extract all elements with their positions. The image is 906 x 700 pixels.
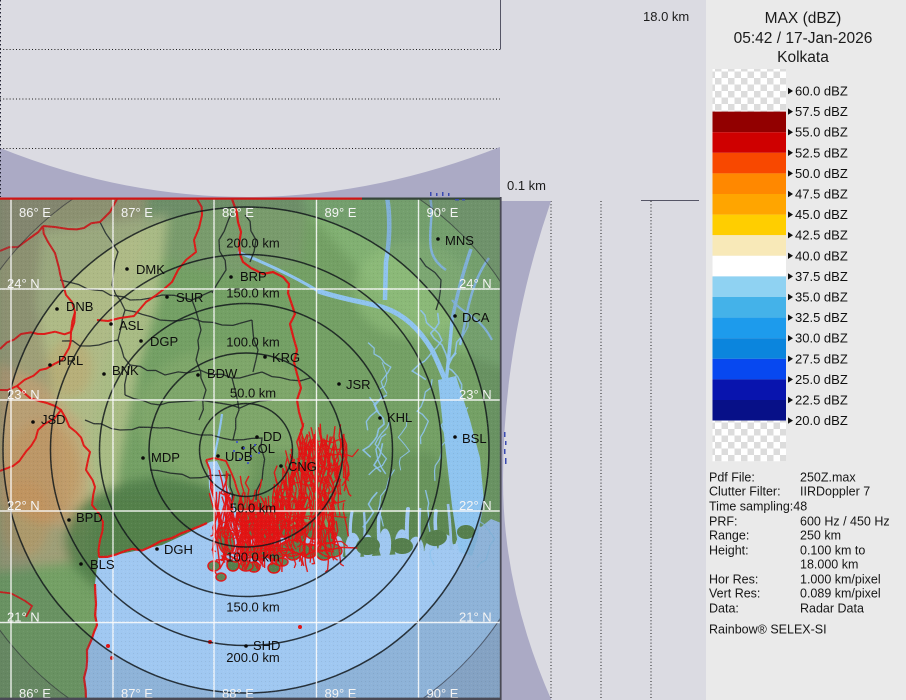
svg-text:50.0 km: 50.0 km xyxy=(230,501,276,516)
svg-text:BNK: BNK xyxy=(112,363,139,378)
svg-text:Height:: Height: xyxy=(709,544,749,558)
svg-text:40.0 dBZ: 40.0 dBZ xyxy=(795,248,848,263)
svg-text:150.0 km: 150.0 km xyxy=(226,286,279,301)
svg-text:90° E: 90° E xyxy=(427,205,459,220)
svg-text:23° N: 23° N xyxy=(459,387,492,402)
svg-text:Rainbow® SELEX-SI: Rainbow® SELEX-SI xyxy=(709,623,827,637)
svg-text:BRP: BRP xyxy=(240,269,267,284)
svg-text:Pdf File:: Pdf File: xyxy=(709,471,755,485)
svg-text:89° E: 89° E xyxy=(325,205,357,220)
svg-text:BSL: BSL xyxy=(462,431,487,446)
svg-text:DMK: DMK xyxy=(136,262,165,277)
svg-text:CNG: CNG xyxy=(288,459,317,474)
svg-text:05:42 / 17-Jan-2026: 05:42 / 17-Jan-2026 xyxy=(734,30,873,47)
svg-text:32.5 dBZ: 32.5 dBZ xyxy=(795,310,848,325)
svg-text:DGH: DGH xyxy=(164,542,193,557)
svg-text:86° E: 86° E xyxy=(19,205,51,220)
svg-text:BDW: BDW xyxy=(207,366,238,381)
svg-text:MDP: MDP xyxy=(151,450,180,465)
svg-text:BLS: BLS xyxy=(90,557,115,572)
svg-text:Radar Data: Radar Data xyxy=(800,602,864,616)
svg-text:SUR: SUR xyxy=(176,290,203,305)
svg-text:PRF:: PRF: xyxy=(709,515,737,529)
svg-text:Hor Res:: Hor Res: xyxy=(709,573,758,587)
svg-text:0.1 km: 0.1 km xyxy=(507,178,546,193)
svg-text:UDB: UDB xyxy=(225,449,252,464)
svg-text:1.000 km/pixel: 1.000 km/pixel xyxy=(800,573,881,587)
svg-text:JSR: JSR xyxy=(346,377,371,392)
svg-text:30.0 dBZ: 30.0 dBZ xyxy=(795,331,848,346)
svg-text:24° N: 24° N xyxy=(7,276,40,291)
svg-text:18.0 km: 18.0 km xyxy=(643,9,689,24)
svg-text:21° N: 21° N xyxy=(459,610,492,625)
svg-text:IIRDoppler 7: IIRDoppler 7 xyxy=(800,485,870,499)
svg-text:KOL: KOL xyxy=(249,441,275,456)
svg-text:JSD: JSD xyxy=(41,412,66,427)
svg-text:DGP: DGP xyxy=(150,334,178,349)
svg-text:45.0 dBZ: 45.0 dBZ xyxy=(795,207,848,222)
svg-text:22.5 dBZ: 22.5 dBZ xyxy=(795,393,848,408)
svg-text:KHL: KHL xyxy=(387,410,412,425)
svg-text:BPD: BPD xyxy=(76,510,103,525)
svg-text:47.5 dBZ: 47.5 dBZ xyxy=(795,187,848,202)
svg-text:MNS: MNS xyxy=(445,233,474,248)
svg-text:0.089 km/pixel: 0.089 km/pixel xyxy=(800,587,881,601)
svg-text:50.0 km: 50.0 km xyxy=(230,386,276,401)
svg-text:21° N: 21° N xyxy=(7,610,40,625)
svg-text:PRL: PRL xyxy=(58,353,83,368)
svg-text:Data:: Data: xyxy=(709,602,739,616)
svg-text:57.5 dBZ: 57.5 dBZ xyxy=(795,104,848,119)
svg-text:KRG: KRG xyxy=(272,350,300,365)
svg-text:MAX (dBZ): MAX (dBZ) xyxy=(765,10,842,27)
svg-text:52.5 dBZ: 52.5 dBZ xyxy=(795,145,848,160)
svg-text:60.0 dBZ: 60.0 dBZ xyxy=(795,84,848,99)
svg-text:600 Hz / 450 Hz: 600 Hz / 450 Hz xyxy=(800,515,890,529)
svg-text:DNB: DNB xyxy=(66,299,93,314)
svg-text:ASL: ASL xyxy=(119,318,144,333)
svg-text:87° E: 87° E xyxy=(121,205,153,220)
svg-text:55.0 dBZ: 55.0 dBZ xyxy=(795,125,848,140)
svg-text:23° N: 23° N xyxy=(7,387,40,402)
svg-text:Range:: Range: xyxy=(709,529,749,543)
svg-text:250 km: 250 km xyxy=(800,529,841,543)
svg-text:22° N: 22° N xyxy=(459,498,492,513)
svg-text:22° N: 22° N xyxy=(7,498,40,513)
svg-text:Clutter Filter:: Clutter Filter: xyxy=(709,485,781,499)
svg-text:35.0 dBZ: 35.0 dBZ xyxy=(795,290,848,305)
svg-text:150.0 km: 150.0 km xyxy=(226,600,279,615)
svg-text:Time sampling:48: Time sampling:48 xyxy=(709,500,807,514)
svg-text:25.0 dBZ: 25.0 dBZ xyxy=(795,372,848,387)
svg-text:18.000 km: 18.000 km xyxy=(800,558,858,572)
svg-text:Vert Res:: Vert Res: xyxy=(709,587,760,601)
svg-text:100.0 km: 100.0 km xyxy=(226,550,279,565)
svg-text:SHD: SHD xyxy=(253,638,280,653)
svg-text:42.5 dBZ: 42.5 dBZ xyxy=(795,228,848,243)
svg-text:DCA: DCA xyxy=(462,310,490,325)
svg-text:88° E: 88° E xyxy=(222,205,254,220)
svg-text:50.0 dBZ: 50.0 dBZ xyxy=(795,166,848,181)
svg-text:27.5 dBZ: 27.5 dBZ xyxy=(795,351,848,366)
svg-text:200.0 km: 200.0 km xyxy=(226,236,279,251)
svg-text:100.0 km: 100.0 km xyxy=(226,335,279,350)
svg-text:37.5 dBZ: 37.5 dBZ xyxy=(795,269,848,284)
svg-text:Kolkata: Kolkata xyxy=(777,49,829,66)
svg-text:24° N: 24° N xyxy=(459,276,492,291)
svg-text:0.100 km to: 0.100 km to xyxy=(800,544,865,558)
svg-text:20.0 dBZ: 20.0 dBZ xyxy=(795,413,848,428)
svg-text:250Z.max: 250Z.max xyxy=(800,471,856,485)
